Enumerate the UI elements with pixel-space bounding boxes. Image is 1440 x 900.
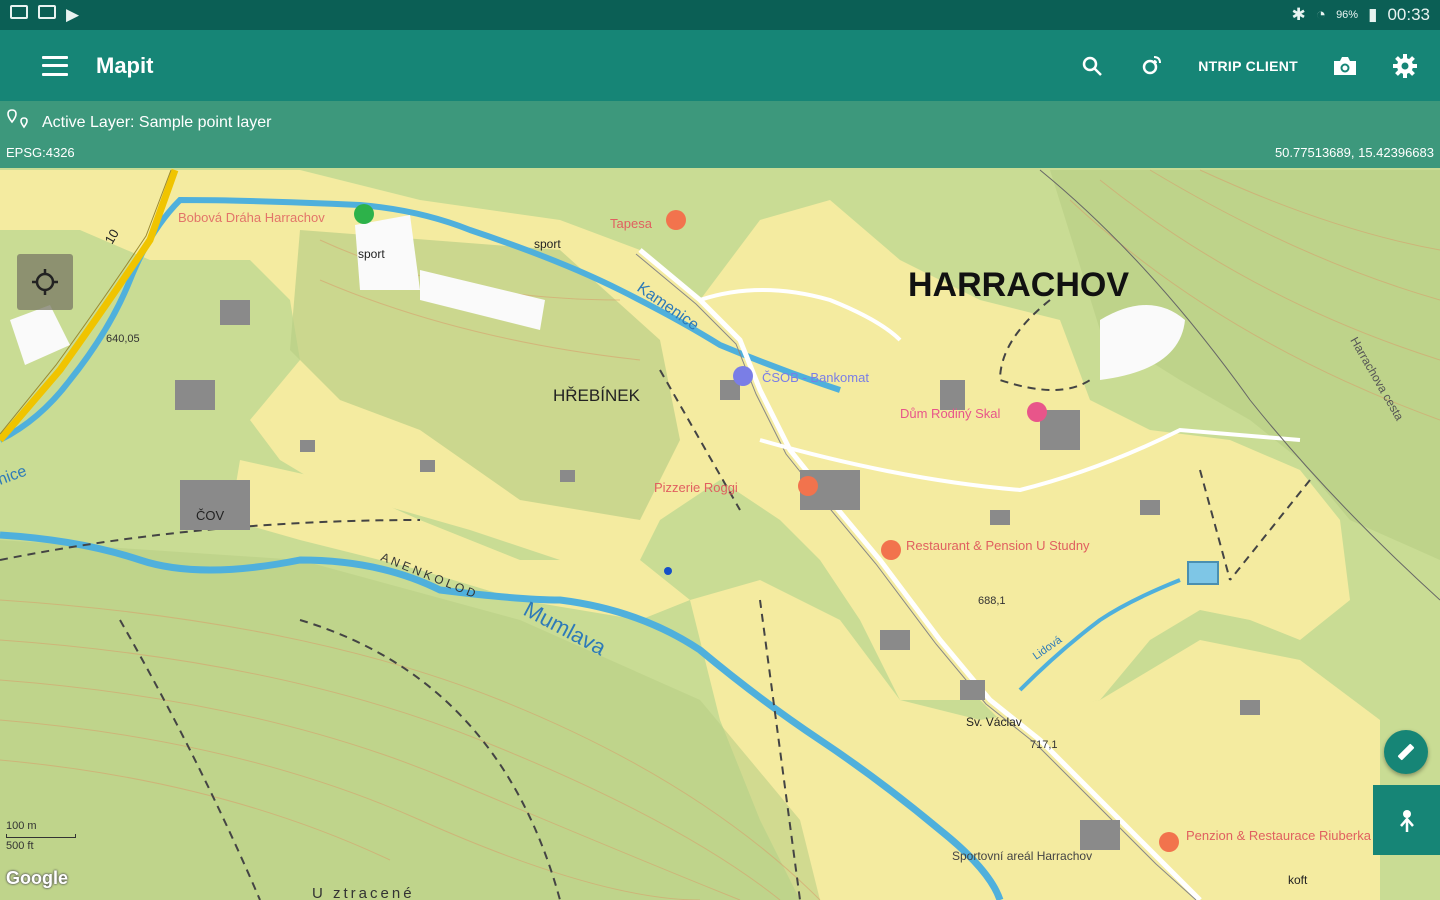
clock: 00:33 xyxy=(1387,5,1430,24)
add-point-button[interactable] xyxy=(1373,785,1440,855)
poi-hotel[interactable] xyxy=(1027,402,1047,422)
label-bobova: Bobová Dráha Harrachov xyxy=(178,210,325,225)
scale-label-metric: 100 m xyxy=(6,820,37,832)
layer-pin-icon xyxy=(6,109,30,136)
poi-park[interactable] xyxy=(354,204,374,224)
pool xyxy=(1187,561,1219,585)
label-cov: ČOV xyxy=(196,508,225,523)
gps-satellite-icon[interactable] xyxy=(1138,53,1164,79)
label-sport-1: sport xyxy=(358,247,385,261)
gallery-notification-icon xyxy=(10,5,28,19)
label-elev-1: 640,05 xyxy=(106,333,140,345)
label-csob: ČSOB - Bankomat xyxy=(762,370,869,385)
label-dum: Dům Rodiný Skal xyxy=(900,406,1001,421)
my-location-icon xyxy=(32,269,58,295)
wifi-icon: ◔ xyxy=(1315,5,1327,24)
label-pizzeria: Pizzerie Roggi xyxy=(654,480,738,495)
point-feature[interactable] xyxy=(664,567,672,575)
ruler-edit-icon xyxy=(1397,743,1415,761)
active-layer-row[interactable]: Active Layer: Sample point layer xyxy=(6,109,271,136)
label-sport-2: sport xyxy=(534,237,561,251)
poi-restaurant-1[interactable] xyxy=(666,210,686,230)
layer-info-bar: Active Layer: Sample point layer EPSG:43… xyxy=(0,101,1440,168)
poi-restaurant-3[interactable] xyxy=(881,540,901,560)
app-title: Mapit xyxy=(96,52,154,78)
play-store-notification-icon: ▶ xyxy=(66,5,80,24)
map-scale: 100 m 500 ft xyxy=(6,820,76,852)
ntrip-client-button[interactable]: NTRIP CLIENT xyxy=(1198,58,1298,74)
label-elev-3: 717,1 xyxy=(1030,739,1058,751)
label-vaclav: Sv. Václav xyxy=(966,715,1022,729)
gear-icon[interactable] xyxy=(1392,53,1418,79)
label-sportovni: Sportovní areál Harrachov xyxy=(952,849,1092,863)
bluetooth-icon: ✱ xyxy=(1291,5,1306,24)
label-hrebinek: HŘEBÍNEK xyxy=(553,386,641,405)
system-status-bar: ▶ ✱ ◔ 96% ▮ 00:33 xyxy=(0,0,1440,30)
label-ztracene: U ztracené xyxy=(312,885,415,900)
label-restaurant: Restaurant & Pension U Studny xyxy=(906,538,1090,553)
app-notification-icon xyxy=(38,5,56,19)
coordinate-readout: 50.77513689, 15.42396683 xyxy=(1274,145,1434,160)
poi-bank[interactable] xyxy=(733,366,753,386)
scale-bar xyxy=(6,834,76,838)
google-attribution: Google xyxy=(6,868,68,888)
add-point-icon xyxy=(1399,810,1414,832)
measure-edit-button[interactable] xyxy=(1384,730,1428,774)
poi-restaurant-2[interactable] xyxy=(798,476,818,496)
camera-icon[interactable] xyxy=(1332,55,1358,77)
label-penzion: Penzion & Restaurace Riuberka xyxy=(1186,828,1372,843)
search-icon[interactable] xyxy=(1080,54,1104,78)
label-tapesa: Tapesa xyxy=(610,216,653,231)
label-kott: koft xyxy=(1288,873,1308,887)
poi-restaurant-4[interactable] xyxy=(1159,832,1179,852)
scale-label-imperial: 500 ft xyxy=(6,840,34,852)
label-harrachov: HARRACHOV xyxy=(908,266,1129,304)
my-location-button[interactable] xyxy=(17,254,73,310)
active-layer-label: Active Layer: Sample point layer xyxy=(42,113,272,131)
label-elev-2: 688,1 xyxy=(978,595,1006,607)
crs-label: EPSG:4326 xyxy=(6,145,75,160)
battery-icon: ▮ xyxy=(1368,5,1378,24)
battery-percent: 96% xyxy=(1336,9,1359,21)
app-toolbar: Mapit NTRIP CLIENT xyxy=(0,30,1440,101)
hamburger-menu-icon[interactable] xyxy=(42,55,68,76)
